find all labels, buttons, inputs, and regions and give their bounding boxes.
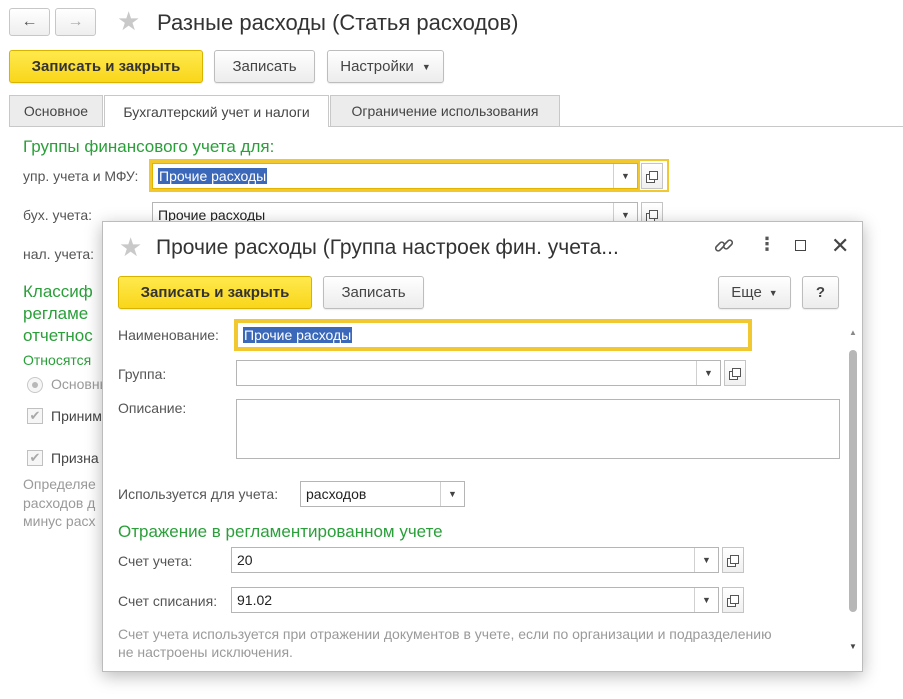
- arrow-right-icon: →: [67, 13, 84, 30]
- main-radio[interactable]: [27, 377, 43, 393]
- writeoff-field[interactable]: 91.02 ▼: [231, 587, 719, 613]
- forward-button[interactable]: →: [55, 8, 96, 36]
- classification-line-3: отчетнос: [23, 326, 93, 345]
- used-for-select[interactable]: расходов ▼: [300, 481, 465, 507]
- mgmt-accounting-field[interactable]: Прочие расходы ▼: [152, 163, 638, 189]
- account-open-button[interactable]: [722, 547, 744, 573]
- dropdown-arrow-icon[interactable]: ▼: [613, 164, 637, 188]
- accept-checkbox-label: Приним: [51, 408, 102, 424]
- group-open-button[interactable]: [724, 360, 746, 386]
- open-form-icon: [727, 594, 739, 607]
- classification-line-1: Классиф: [23, 282, 93, 301]
- more-vertical-icon[interactable]: ⋮: [758, 234, 776, 255]
- group-settings-dialog: ★ Прочие расходы (Группа настроек фин. у…: [102, 221, 863, 672]
- arrow-left-icon: ←: [21, 13, 38, 30]
- tax-accounting-label: нал. учета:: [23, 246, 95, 262]
- recognize-checkbox[interactable]: ✔: [27, 450, 43, 466]
- dialog-more-button[interactable]: Еще ▼: [718, 276, 791, 309]
- section-title-fin-groups: Группы финансового учета для:: [23, 137, 275, 156]
- account-value: 20: [237, 552, 253, 568]
- group-field[interactable]: ▼: [236, 360, 721, 386]
- name-value: Прочие расходы: [243, 327, 353, 343]
- settings-button[interactable]: Настройки ▼: [327, 50, 444, 83]
- relates-label: Относятся: [23, 352, 92, 368]
- accept-checkbox[interactable]: ✔: [27, 408, 43, 424]
- back-button[interactable]: ←: [9, 8, 50, 36]
- used-for-value: расходов: [306, 486, 367, 502]
- scroll-down-icon[interactable]: ▼: [849, 642, 857, 651]
- dialog-title: Прочие расходы (Группа настроек фин. уче…: [156, 236, 619, 259]
- tab-usage-restriction[interactable]: Ограничение использования: [330, 95, 560, 126]
- main-radio-label: Основны: [51, 376, 110, 392]
- note-line-2: расходов д: [23, 495, 96, 511]
- mgmt-accounting-value: Прочие расходы: [158, 168, 268, 184]
- recognize-checkbox-label: Призна: [51, 450, 99, 466]
- note-line-1: Определяе: [23, 476, 96, 492]
- regulated-accounting-title: Отражение в регламентированном учете: [118, 522, 443, 541]
- maximize-icon[interactable]: [795, 240, 806, 251]
- dropdown-arrow-icon[interactable]: ▼: [694, 548, 718, 572]
- mgmt-accounting-open-button[interactable]: [641, 163, 663, 189]
- used-for-label: Используется для учета:: [118, 486, 279, 502]
- group-label: Группа:: [118, 366, 167, 382]
- close-icon[interactable]: ✕: [831, 233, 849, 259]
- help-button[interactable]: ?: [802, 276, 839, 309]
- dropdown-arrow-icon[interactable]: ▼: [696, 361, 720, 385]
- classification-line-2: регламе: [23, 304, 89, 323]
- note-line-3: минус расх: [23, 513, 96, 529]
- account-field[interactable]: 20 ▼: [231, 547, 719, 573]
- hint-line-1: Счет учета используется при отражении до…: [118, 626, 772, 642]
- account-label: Счет учета:: [118, 553, 193, 569]
- tab-main[interactable]: Основное: [9, 95, 103, 126]
- star-icon[interactable]: ★: [119, 232, 142, 263]
- description-label: Описание:: [118, 400, 187, 416]
- link-icon[interactable]: [712, 235, 736, 257]
- writeoff-value: 91.02: [237, 592, 273, 608]
- writeoff-open-button[interactable]: [722, 587, 744, 613]
- description-textarea[interactable]: [236, 399, 840, 459]
- scrollbar-thumb[interactable]: [849, 350, 857, 612]
- tab-accounting-taxes[interactable]: Бухгалтерский учет и налоги: [104, 95, 329, 127]
- open-form-icon: [729, 367, 741, 380]
- name-label: Наименование:: [118, 327, 219, 343]
- writeoff-label: Счет списания:: [118, 593, 218, 609]
- chevron-down-icon: ▼: [421, 61, 431, 72]
- open-form-icon: [646, 170, 658, 183]
- open-form-icon: [727, 554, 739, 567]
- hint-line-2: не настроены исключения.: [118, 644, 293, 660]
- dialog-save-and-close-button[interactable]: Записать и закрыть: [118, 276, 312, 309]
- dropdown-arrow-icon[interactable]: ▼: [694, 588, 718, 612]
- mgmt-accounting-label: упр. учета и МФУ:: [23, 168, 139, 184]
- chevron-down-icon: ▼: [768, 287, 778, 298]
- checkmark-icon: ✔: [29, 408, 41, 423]
- more-label: Еще: [731, 284, 762, 301]
- bookkeeping-label: бух. учета:: [23, 207, 93, 223]
- window-title: Разные расходы (Статья расходов): [157, 10, 519, 35]
- checkmark-icon: ✔: [29, 450, 41, 465]
- open-form-icon: [646, 209, 658, 222]
- save-button[interactable]: Записать: [214, 50, 315, 83]
- save-and-close-button[interactable]: Записать и закрыть: [9, 50, 203, 83]
- dialog-save-button[interactable]: Записать: [323, 276, 424, 309]
- name-input[interactable]: Прочие расходы: [236, 321, 750, 349]
- scroll-up-icon[interactable]: ▲: [849, 328, 857, 337]
- star-icon[interactable]: ★: [117, 6, 140, 37]
- dropdown-arrow-icon[interactable]: ▼: [440, 482, 464, 506]
- settings-label: Настройки: [340, 58, 414, 75]
